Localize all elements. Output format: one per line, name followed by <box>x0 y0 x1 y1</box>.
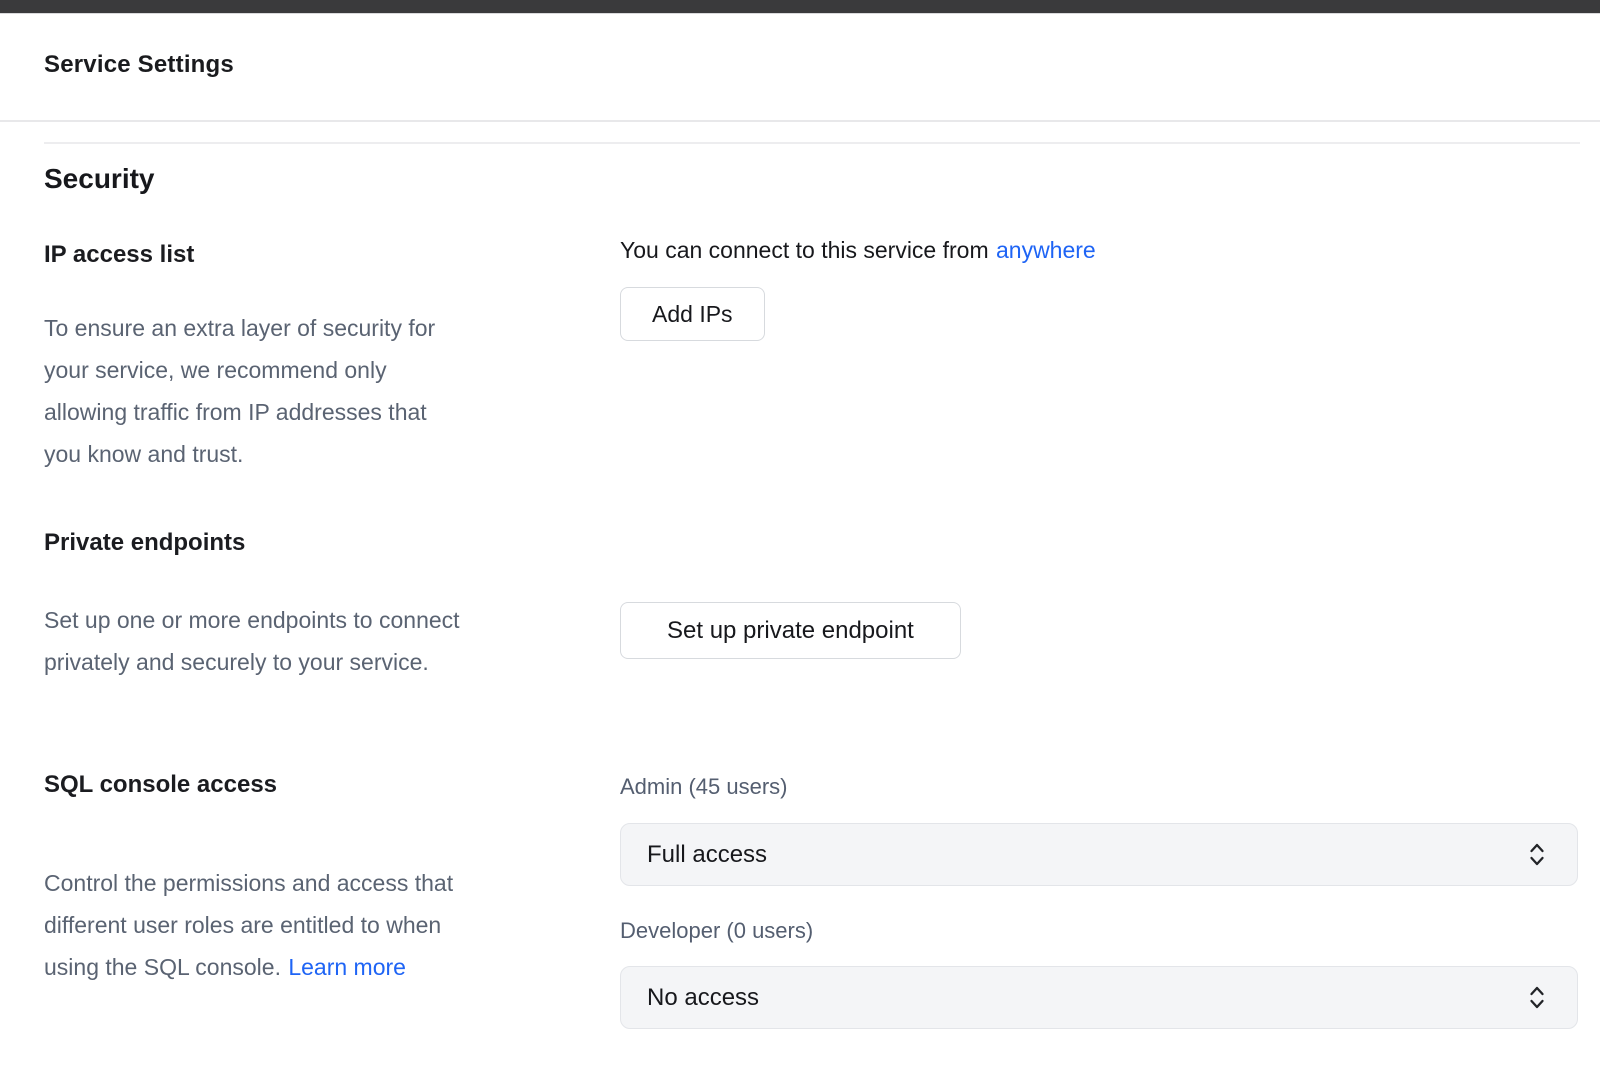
ip-access-list-heading: IP access list <box>44 241 194 269</box>
admin-access-selected-value: Full access <box>647 841 767 869</box>
developer-users-label: Developer (0 users) <box>620 918 813 944</box>
anywhere-link[interactable]: anywhere <box>996 237 1096 263</box>
admin-access-select[interactable]: Full access <box>620 823 1578 886</box>
window-chrome-bar <box>0 0 1600 14</box>
learn-more-link[interactable]: Learn more <box>288 954 406 980</box>
page-title: Service Settings <box>44 51 234 79</box>
ip-access-list-description: To ensure an extra layer of security for… <box>44 307 624 475</box>
section-divider <box>44 142 1580 144</box>
ip-access-status-line: You can connect to this service from anyw… <box>620 237 1096 264</box>
up-down-chevron-icon <box>1525 841 1549 868</box>
private-endpoints-description: Set up one or more endpoints to connect … <box>44 599 624 683</box>
private-endpoints-heading: Private endpoints <box>44 529 245 557</box>
up-down-chevron-icon <box>1525 984 1549 1011</box>
ip-access-status-text: You can connect to this service from <box>620 237 989 263</box>
sql-console-access-description: Control the permissions and access that … <box>44 820 624 988</box>
developer-access-selected-value: No access <box>647 984 759 1012</box>
add-ips-button[interactable]: Add IPs <box>620 287 765 341</box>
service-settings-page: Service Settings Security IP access list… <box>0 0 1600 1069</box>
security-section-heading: Security <box>44 163 155 195</box>
developer-access-select[interactable]: No access <box>620 966 1578 1029</box>
setup-private-endpoint-button[interactable]: Set up private endpoint <box>620 602 961 659</box>
sql-console-access-heading: SQL console access <box>44 771 277 799</box>
header-divider <box>0 120 1600 122</box>
admin-users-label: Admin (45 users) <box>620 774 788 800</box>
